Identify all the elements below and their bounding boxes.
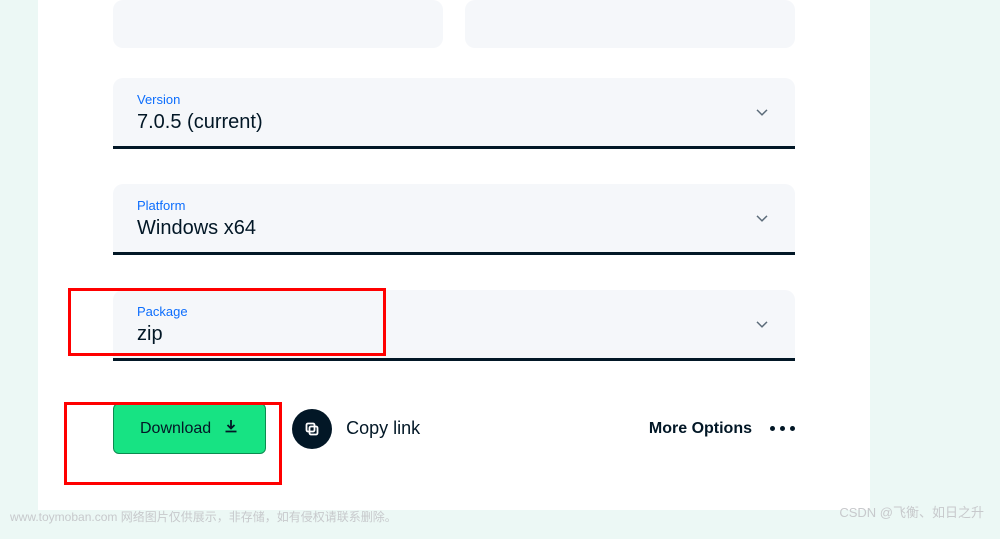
platform-value: Windows x64 [137, 217, 771, 240]
version-label: Version [137, 92, 771, 107]
platform-dropdown[interactable]: Platform Windows x64 [113, 184, 795, 255]
action-row: Download Copy link More Options [113, 403, 795, 454]
version-dropdown[interactable]: Version 7.0.5 (current) [113, 78, 795, 149]
chevron-down-icon [755, 105, 769, 124]
watermark-left: www.toymoban.com 网络图片仅供展示，非存储，如有侵权请联系删除。 [10, 508, 397, 525]
copy-link-button[interactable]: Copy link [292, 409, 420, 449]
package-value: zip [137, 323, 771, 346]
download-card: Version 7.0.5 (current) Platform Windows… [38, 0, 870, 510]
chevron-down-icon [755, 211, 769, 230]
chevron-down-icon [755, 317, 769, 336]
copy-icon [292, 409, 332, 449]
option-box-left[interactable] [113, 0, 443, 48]
download-icon [223, 418, 239, 439]
download-button[interactable]: Download [113, 403, 266, 454]
version-value: 7.0.5 (current) [137, 111, 771, 134]
more-dots-icon [770, 426, 795, 431]
watermark-right: CSDN @飞衡、如日之升 [839, 502, 984, 521]
package-label: Package [137, 304, 771, 319]
more-options-button[interactable]: More Options [649, 420, 795, 438]
package-dropdown[interactable]: Package zip [113, 290, 795, 361]
top-options-row [113, 0, 795, 48]
more-options-label: More Options [649, 420, 752, 438]
option-box-right[interactable] [465, 0, 795, 48]
download-button-label: Download [140, 420, 211, 438]
platform-label: Platform [137, 198, 771, 213]
copy-link-label: Copy link [346, 418, 420, 439]
